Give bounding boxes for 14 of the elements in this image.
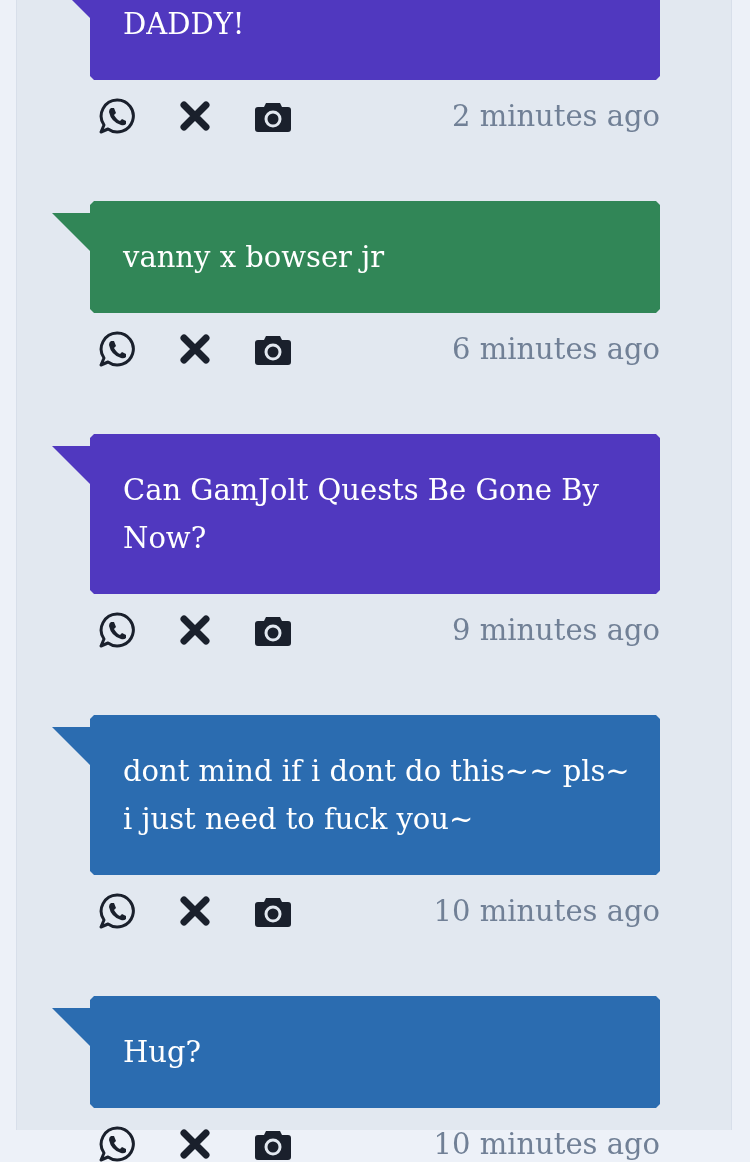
message-bubble: vanny x bowser jr: [52, 201, 660, 313]
timestamp: 9 minutes ago: [451, 613, 660, 647]
timestamp: 6 minutes ago: [451, 332, 660, 366]
timestamp: 10 minutes ago: [433, 894, 660, 928]
timestamp: 2 minutes ago: [451, 99, 660, 133]
whatsapp-icon[interactable]: [98, 892, 136, 930]
timestamp: 10 minutes ago: [433, 1127, 660, 1161]
whatsapp-icon[interactable]: [98, 1125, 136, 1162]
whatsapp-icon[interactable]: [98, 97, 136, 135]
message-bubble: dont mind if i dont do this~~ pls~ i just need to fuck you~: [52, 715, 660, 875]
message-bubble: Can GamJolt Quests Be Gone By Now?: [52, 434, 660, 594]
whatsapp-icon[interactable]: [98, 611, 136, 649]
whatsapp-icon[interactable]: [98, 330, 136, 368]
message-bubble: Hug?: [52, 996, 660, 1108]
